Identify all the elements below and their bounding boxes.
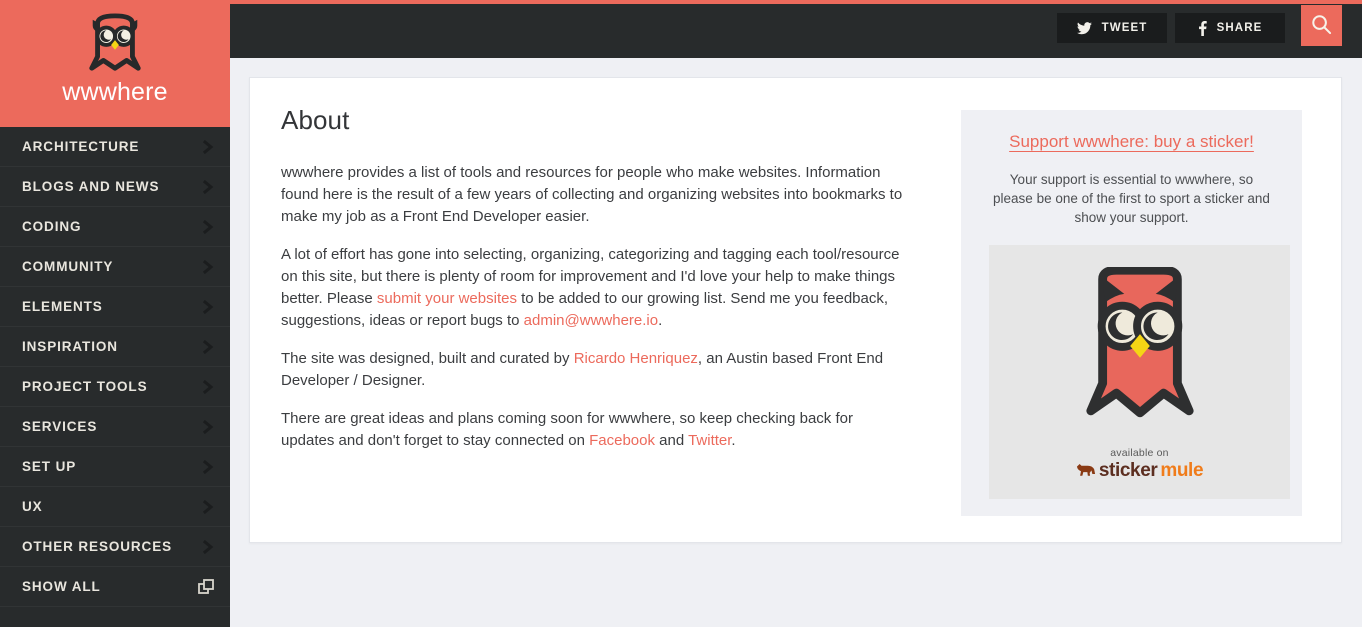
sticker-promo-panel: Support wwwhere: buy a sticker! Your sup… xyxy=(961,110,1302,516)
sticker-preview[interactable]: available on sticker mule xyxy=(989,245,1290,499)
paragraph-text: . xyxy=(658,312,663,329)
sidebar-item-show-all[interactable]: SHOW ALL xyxy=(0,567,230,607)
sidebar: wwwhere ARCHITECTURE BLOGS AND NEWS CODI… xyxy=(0,0,230,627)
sidebar-item-label: PROJECT TOOLS xyxy=(22,379,148,394)
about-paragraph-1: wwwhere provides a list of tools and res… xyxy=(281,162,906,228)
sidebar-item-label: CODING xyxy=(22,219,82,234)
sidebar-item-architecture[interactable]: ARCHITECTURE xyxy=(0,127,230,167)
twitter-link[interactable]: Twitter xyxy=(688,432,731,449)
owl-sticker-icon xyxy=(1081,265,1199,419)
page-title: About xyxy=(281,105,350,135)
sidebar-item-community[interactable]: COMMUNITY xyxy=(0,247,230,287)
chevron-right-icon xyxy=(202,379,214,394)
top-header-bar: TWEET SHARE xyxy=(230,0,1362,58)
page-root: wwwhere ARCHITECTURE BLOGS AND NEWS CODI… xyxy=(0,0,1362,627)
sidebar-item-label: UX xyxy=(22,499,43,514)
owl-logo-icon xyxy=(84,12,146,74)
header-actions: TWEET SHARE xyxy=(1057,5,1342,46)
sidebar-item-label: ELEMENTS xyxy=(22,299,103,314)
submit-your-websites-link[interactable]: submit your websites xyxy=(377,290,517,307)
sidebar-item-other-resources[interactable]: OTHER RESOURCES xyxy=(0,527,230,567)
available-on-label: available on xyxy=(1110,447,1169,459)
chevron-right-icon xyxy=(202,459,214,474)
stickermule-logo: sticker mule xyxy=(1076,460,1204,482)
sidebar-item-ux[interactable]: UX xyxy=(0,487,230,527)
sidebar-item-label: SERVICES xyxy=(22,419,98,434)
sidebar-item-spacer xyxy=(0,607,230,627)
chevron-right-icon xyxy=(202,259,214,274)
chevron-right-icon xyxy=(202,179,214,194)
chevron-right-icon xyxy=(202,339,214,354)
share-button[interactable]: SHARE xyxy=(1175,13,1285,43)
stickermule-word-sticker: sticker xyxy=(1098,460,1158,481)
twitter-bird-icon xyxy=(1076,21,1092,35)
sidebar-item-services[interactable]: SERVICES xyxy=(0,407,230,447)
stickermule-word-mule: mule xyxy=(1160,460,1204,481)
brand-name: wwwhere xyxy=(62,78,168,106)
paragraph-text: . xyxy=(731,432,736,449)
chevron-right-icon xyxy=(202,419,214,434)
paragraph-text: wwwhere provides a list of tools and res… xyxy=(281,164,903,225)
chevron-right-icon xyxy=(202,219,214,234)
mule-icon xyxy=(1076,460,1096,482)
facebook-link[interactable]: Facebook xyxy=(589,432,655,449)
chevron-right-icon xyxy=(202,539,214,554)
sidebar-item-elements[interactable]: ELEMENTS xyxy=(0,287,230,327)
copy-windows-icon xyxy=(198,578,214,595)
buy-sticker-link[interactable]: Support wwwhere: buy a sticker! xyxy=(989,132,1274,152)
admin-email-link[interactable]: admin@wwwhere.io xyxy=(524,312,658,329)
sidebar-item-set-up[interactable]: SET UP xyxy=(0,447,230,487)
chevron-right-icon xyxy=(202,299,214,314)
sidebar-item-label: SET UP xyxy=(22,459,77,474)
sidebar-item-label: INSPIRATION xyxy=(22,339,118,354)
about-paragraph-2: A lot of effort has gone into selecting,… xyxy=(281,244,906,332)
sidebar-item-label: BLOGS AND NEWS xyxy=(22,179,160,194)
search-icon xyxy=(1311,14,1332,38)
sidebar-item-coding[interactable]: CODING xyxy=(0,207,230,247)
sidebar-item-label: SHOW ALL xyxy=(22,579,101,594)
paragraph-text: There are great ideas and plans coming s… xyxy=(281,410,853,449)
chevron-right-icon xyxy=(202,139,214,154)
share-button-label: SHARE xyxy=(1216,22,1263,34)
facebook-f-icon xyxy=(1198,20,1207,36)
tweet-button-label: TWEET xyxy=(1101,22,1148,34)
header-accent-stripe xyxy=(230,0,1362,4)
content-card: About wwwhere provides a list of tools a… xyxy=(249,77,1342,543)
about-paragraph-4: There are great ideas and plans coming s… xyxy=(281,408,906,452)
stickermule-branding: available on sticker mule xyxy=(1076,447,1204,482)
sidebar-item-label: OTHER RESOURCES xyxy=(22,539,173,554)
sidebar-item-inspiration[interactable]: INSPIRATION xyxy=(0,327,230,367)
tweet-button[interactable]: TWEET xyxy=(1057,13,1167,43)
ricardo-henriquez-link[interactable]: Ricardo Henriquez xyxy=(574,350,698,367)
brand-header[interactable]: wwwhere xyxy=(0,0,230,127)
sidebar-item-blogs-and-news[interactable]: BLOGS AND NEWS xyxy=(0,167,230,207)
chevron-right-icon xyxy=(202,499,214,514)
paragraph-text: The site was designed, built and curated… xyxy=(281,350,574,367)
sidebar-item-project-tools[interactable]: PROJECT TOOLS xyxy=(0,367,230,407)
about-paragraph-3: The site was designed, built and curated… xyxy=(281,348,906,392)
sticker-panel-description: Your support is essential to wwwhere, so… xyxy=(993,172,1270,225)
about-article: About wwwhere provides a list of tools a… xyxy=(281,105,906,468)
search-button[interactable] xyxy=(1301,5,1342,46)
sidebar-item-label: ARCHITECTURE xyxy=(22,139,140,154)
sidebar-item-label: COMMUNITY xyxy=(22,259,114,274)
sidebar-nav: ARCHITECTURE BLOGS AND NEWS CODING COMMU… xyxy=(0,127,230,627)
paragraph-text: and xyxy=(654,432,689,449)
